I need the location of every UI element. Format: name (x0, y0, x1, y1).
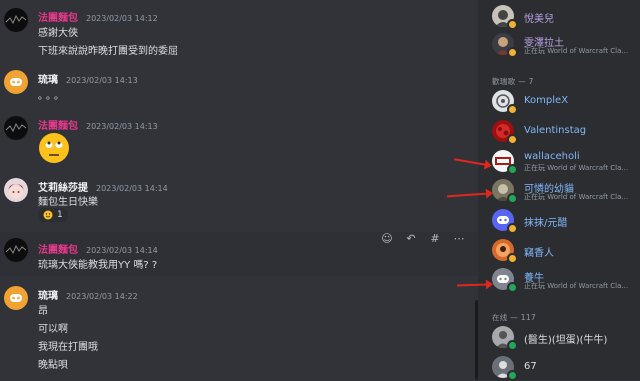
avatar[interactable] (4, 286, 28, 310)
username[interactable]: 法團麵包 2023/02/03 14:12 (38, 9, 158, 24)
timestamp: 2023/02/03 14:22 (66, 292, 138, 301)
member-activity: 正在玩 World of Warcraft Cla... (524, 282, 629, 290)
status-idle-icon (507, 134, 518, 145)
member-name: 67 (524, 361, 537, 372)
status-idle-icon (507, 223, 518, 234)
timestamp: 2023/02/03 14:12 (86, 14, 158, 23)
member-name: 抹抹/元醋 (524, 218, 568, 229)
username[interactable]: 琉璃 2023/02/03 14:13 (38, 71, 138, 86)
timestamp: 2023/02/03 14:14 (86, 246, 158, 255)
avatar[interactable] (4, 238, 28, 262)
member-activity: 正在玩 World of Warcraft Cla... (524, 164, 629, 172)
username[interactable]: 琉璃 2023/02/03 14:22 (38, 287, 138, 302)
reaction[interactable]: 1 (38, 208, 68, 222)
member-name: 悅美兒 (524, 14, 554, 25)
message-text: 可以啊 (38, 324, 68, 335)
message[interactable]: 琉璃 2023/02/03 14:13 。。。 (0, 66, 478, 106)
avatar[interactable] (4, 8, 28, 32)
member-item[interactable]: 可憐的幼貓 正在玩 World of Warcraft Cla... (492, 177, 640, 204)
grinning-face-icon (43, 210, 53, 220)
member-name: wallaceholi (524, 151, 580, 162)
member-list: 悅美兒 雯澤拉土 正在玩 World of Warcraft Cla... 歡瑞… (478, 0, 640, 381)
add-reaction-icon[interactable]: ☺ (380, 232, 394, 245)
member-item[interactable]: wallaceholi 正在玩 World of Warcraft Cla... (492, 148, 640, 175)
status-idle-icon (507, 104, 518, 115)
member-category-header: 在线 — 117 (492, 313, 536, 322)
timestamp: 2023/02/03 14:13 (66, 76, 138, 85)
avatar[interactable] (4, 178, 28, 202)
timestamp: 2023/02/03 14:13 (86, 122, 158, 131)
message[interactable]: 法團麵包 2023/02/03 14:14 琉璃大俠能教我用YY 嗎? ? ☺ ↶… (0, 232, 478, 276)
username[interactable]: 法團麵包 2023/02/03 14:13 (38, 117, 158, 132)
more-icon[interactable]: ⋯ (452, 232, 466, 245)
status-online-icon (507, 370, 518, 381)
message-text: 我現在打團哦 (38, 342, 98, 353)
member-item[interactable]: 雯澤拉土 正在玩 World of Warcraft Cla... (492, 31, 640, 58)
status-online-icon (507, 282, 518, 293)
rolling-eyes-emoji-icon (38, 132, 70, 164)
message[interactable]: 法團麵包 2023/02/03 14:12 感謝大俠 下班來說說昨晚打團受到的委屈 (0, 4, 478, 58)
reaction-count: 1 (57, 210, 63, 220)
member-item[interactable]: 悅美兒 (492, 3, 640, 30)
member-item[interactable]: (醫生)(坦蛋)(牛牛) (492, 324, 640, 351)
status-online-icon (507, 340, 518, 351)
avatar[interactable] (4, 116, 28, 140)
status-online-icon (507, 164, 518, 175)
member-category-header: 歡瑞歌 — 7 (492, 77, 534, 86)
status-idle-icon (507, 19, 518, 30)
status-idle-icon (507, 47, 518, 58)
message-text: 琉璃大俠能教我用YY 嗎? ? (38, 260, 158, 271)
member-item[interactable]: 竊香人 (492, 237, 640, 264)
message-text: 昂 (38, 306, 48, 317)
reply-icon[interactable]: ↶ (404, 232, 418, 245)
username[interactable]: 法團麵包 2023/02/03 14:14 (38, 241, 158, 256)
member-name: Valentinstag (524, 125, 587, 136)
member-activity: 正在玩 World of Warcraft Cla... (524, 193, 629, 201)
member-item[interactable]: 67 (492, 354, 640, 381)
username[interactable]: 艾莉絲莎提 2023/02/03 14:14 (38, 179, 168, 194)
message-toolbar: ☺ ↶ # ⋯ (380, 232, 466, 245)
message[interactable]: 琉璃 2023/02/03 14:22 昂 可以啊 我現在打團哦 晚點唄 (0, 282, 478, 380)
member-name: (醫生)(坦蛋)(牛牛) (524, 335, 608, 346)
status-idle-icon (507, 253, 518, 264)
message-text: 下班來說說昨晚打團受到的委屈 (38, 46, 178, 57)
member-activity: 正在玩 World of Warcraft Cla... (524, 47, 629, 55)
member-name: 竊香人 (524, 248, 554, 259)
message[interactable]: 艾莉絲莎提 2023/02/03 14:14 麵包生日快樂 1 (0, 174, 478, 226)
status-online-icon (507, 193, 518, 204)
message-text: 晚點唄 (38, 360, 68, 371)
chat-panel: 法團麵包 2023/02/03 14:12 感謝大俠 下班來說說昨晚打團受到的委屈… (0, 0, 478, 380)
message[interactable]: 法團麵包 2023/02/03 14:13 (0, 112, 478, 168)
avatar[interactable] (4, 70, 28, 94)
member-name: KompleX (524, 95, 569, 106)
timestamp: 2023/02/03 14:14 (96, 184, 168, 193)
member-item[interactable]: 養牛 正在玩 World of Warcraft Cla... (492, 266, 640, 293)
member-item[interactable]: 抹抹/元醋 (492, 207, 640, 234)
member-item[interactable]: Valentinstag (492, 118, 640, 145)
member-item[interactable]: KompleX (492, 88, 640, 115)
message-text: 。。。 (38, 91, 67, 102)
hashtag-thread-icon[interactable]: # (428, 232, 442, 245)
message-text: 感謝大俠 (38, 28, 78, 39)
message-text: 麵包生日快樂 (38, 197, 98, 208)
